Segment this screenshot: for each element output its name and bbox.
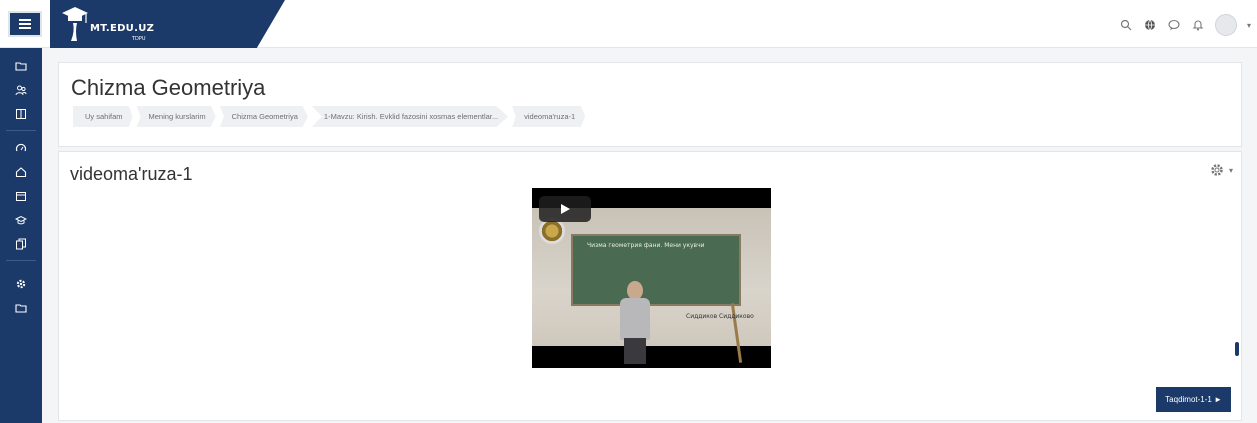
- sidebar-divider: [6, 130, 36, 131]
- chevron-down-icon[interactable]: ▾: [1247, 21, 1251, 30]
- breadcrumb-item[interactable]: Chizma Geometriya: [219, 106, 308, 127]
- activity-settings-menu[interactable]: ▾: [1209, 162, 1233, 178]
- top-navbar: MT.EDU.UZ TDPU ▾: [0, 0, 1257, 48]
- folder-icon[interactable]: [12, 58, 30, 74]
- graduation-cap-icon[interactable]: [12, 212, 30, 228]
- video-board-text: Чизма геометрия фани. Мени укувчи: [587, 242, 705, 249]
- gear-icon[interactable]: [1209, 162, 1225, 178]
- next-activity-button[interactable]: Taqdimot-1-1 ►: [1156, 387, 1231, 412]
- gear-icon[interactable]: [12, 276, 30, 292]
- bell-icon[interactable]: [1191, 18, 1205, 32]
- brand-subtitle: TDPU: [132, 36, 146, 42]
- drawer-toggle-handle[interactable]: [1235, 342, 1239, 356]
- video-player[interactable]: Чизма геометрия фани. Мени укувчи Сиддик…: [532, 188, 771, 368]
- breadcrumb: Uy sahifam Mening kurslarim Chizma Geome…: [73, 106, 586, 127]
- sidebar-divider: [6, 260, 36, 261]
- globe-icon[interactable]: [1143, 18, 1157, 32]
- video-caption: Сиддиков Сиддиково: [686, 313, 754, 320]
- video-blackboard: Чизма геометрия фани. Мени укувчи: [571, 234, 741, 306]
- brand-title: MT.EDU.UZ: [90, 23, 155, 34]
- home-icon[interactable]: [12, 164, 30, 180]
- gauge-icon[interactable]: [12, 140, 30, 156]
- calendar-icon[interactable]: [12, 188, 30, 204]
- brand-banner[interactable]: MT.EDU.UZ TDPU: [50, 0, 285, 48]
- user-avatar[interactable]: [1214, 14, 1237, 36]
- breadcrumb-item[interactable]: Mening kurslarim: [136, 106, 216, 127]
- chevron-down-icon[interactable]: ▾: [1229, 166, 1233, 175]
- book-icon[interactable]: [12, 106, 30, 122]
- activity-card: videoma'ruza-1 ▾ Чизма геометрия фани. М…: [58, 151, 1242, 421]
- navbar-actions: ▾: [1119, 14, 1251, 36]
- hamburger-icon: [19, 23, 31, 25]
- breadcrumb-item[interactable]: videoma'ruza-1: [512, 106, 586, 127]
- video-frame: Чизма геометрия фани. Мени укувчи Сиддик…: [532, 208, 771, 364]
- files-icon[interactable]: [12, 236, 30, 252]
- menu-toggle-button[interactable]: [8, 11, 42, 37]
- search-icon[interactable]: [1119, 18, 1133, 32]
- lecturer-legs: [624, 338, 646, 364]
- left-sidebar: [0, 48, 42, 423]
- breadcrumb-item[interactable]: Uy sahifam: [73, 106, 133, 127]
- page-header: Chizma Geometriya Uy sahifam Mening kurs…: [58, 62, 1242, 147]
- lecturer-body: [620, 298, 650, 340]
- activity-title: videoma'ruza-1: [70, 164, 193, 184]
- page-title: Chizma Geometriya: [71, 75, 266, 100]
- breadcrumb-item[interactable]: 1-Mavzu: Kirish. Evklid fazosini xosmas …: [311, 106, 509, 127]
- folder-icon[interactable]: [12, 300, 30, 316]
- chat-icon[interactable]: [1167, 18, 1181, 32]
- graduation-cap-logo-icon: [62, 7, 88, 41]
- users-icon[interactable]: [12, 82, 30, 98]
- play-button[interactable]: [539, 196, 591, 222]
